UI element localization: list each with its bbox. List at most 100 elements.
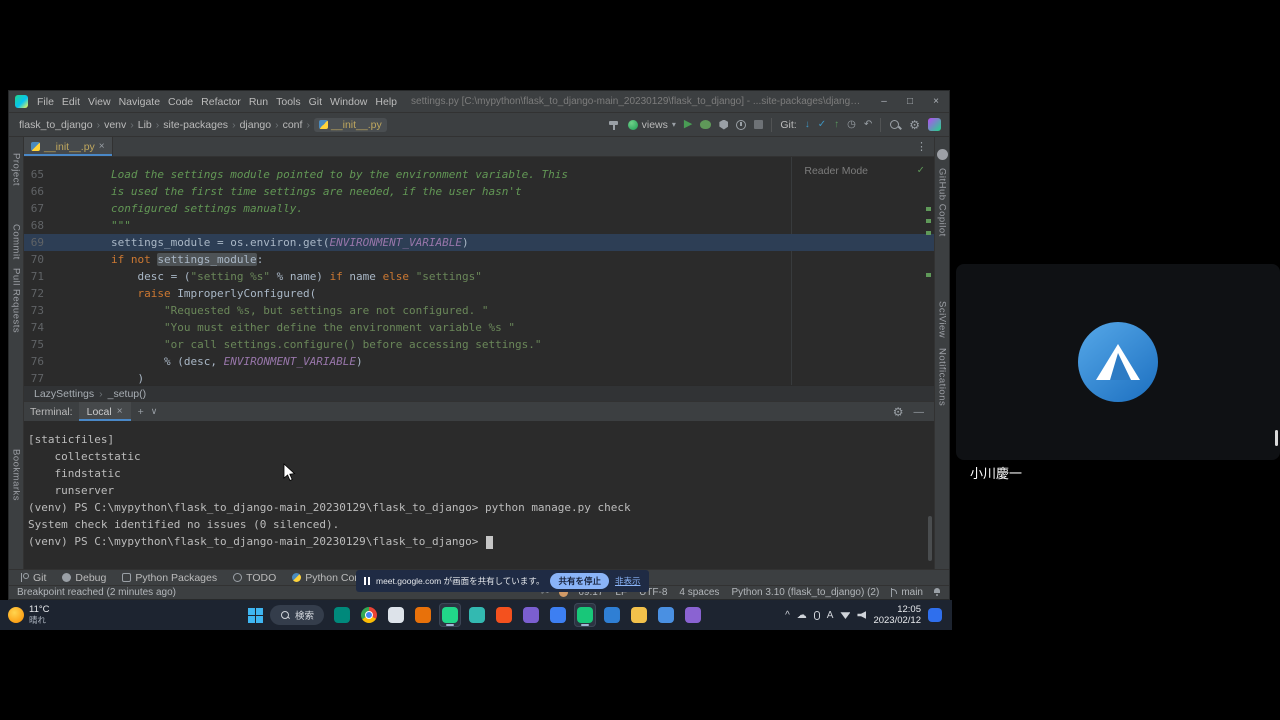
menu-file[interactable]: File xyxy=(33,91,58,113)
line-number[interactable]: 69 xyxy=(24,234,58,251)
taskbar-app-explorer[interactable] xyxy=(385,603,407,627)
maximize-button[interactable]: □ xyxy=(897,91,923,113)
git-rollback-icon[interactable]: ↶ xyxy=(864,120,872,130)
line-number[interactable]: 66 xyxy=(24,183,58,200)
menu-tools[interactable]: Tools xyxy=(272,91,305,113)
breadcrumb-django[interactable]: django xyxy=(240,119,272,131)
toolwindow-todo[interactable]: TODO xyxy=(233,572,276,584)
chevron-down-icon[interactable]: ∨ xyxy=(151,406,158,417)
minimize-icon[interactable]: — xyxy=(914,406,925,418)
taskbar-app-app-orange[interactable] xyxy=(412,603,434,627)
breadcrumb-conf[interactable]: conf xyxy=(283,119,303,131)
line-number[interactable]: 73 xyxy=(24,302,58,319)
taskbar-app-pycharm[interactable] xyxy=(439,603,461,627)
taskbar-app-store[interactable] xyxy=(655,603,677,627)
scrollbar[interactable] xyxy=(928,516,932,561)
tool-stripe-pull-requests[interactable]: Pull Requests xyxy=(11,268,22,333)
code-line-75[interactable]: 75 "or call settings.configure() before … xyxy=(24,336,934,353)
cloud-icon[interactable]: ☁ xyxy=(797,610,807,621)
line-number[interactable]: 67 xyxy=(24,200,58,217)
mic-icon[interactable] xyxy=(814,611,820,620)
git-push-icon[interactable]: ↑ xyxy=(834,120,839,130)
git-branch[interactable]: main xyxy=(891,587,923,598)
code-line-72[interactable]: 72 raise ImproperlyConfigured( xyxy=(24,285,934,302)
line-number[interactable]: 68 xyxy=(24,217,58,234)
menu-help[interactable]: Help xyxy=(371,91,401,113)
git-commit-icon[interactable]: ✓ xyxy=(818,120,826,130)
menu-run[interactable]: Run xyxy=(245,91,272,113)
menu-window[interactable]: Window xyxy=(326,91,371,113)
editor-breadcrumb-setup[interactable]: _setup() xyxy=(108,388,147,400)
line-number[interactable]: 71 xyxy=(24,268,58,285)
close-icon[interactable]: × xyxy=(99,141,105,152)
tool-stripe-notifications[interactable]: Notifications xyxy=(937,348,948,406)
code-line-65[interactable]: 65 Load the settings module pointed to b… xyxy=(24,166,934,183)
breadcrumb-venv[interactable]: venv xyxy=(104,119,126,131)
tab-init-py[interactable]: __init__.py × xyxy=(24,137,113,156)
toolwindow-python-packages[interactable]: Python Packages xyxy=(122,572,217,584)
toolwindow-debug[interactable]: Debug xyxy=(62,572,106,584)
close-icon[interactable]: × xyxy=(117,406,123,417)
taskbar-clock[interactable]: 12:05 2023/02/12 xyxy=(873,604,921,627)
breadcrumb-init-py[interactable]: __init__.py xyxy=(314,118,387,132)
ime-indicator[interactable]: A xyxy=(827,610,834,621)
code-line-66[interactable]: 66 is used the first time settings are n… xyxy=(24,183,934,200)
line-number[interactable]: 65 xyxy=(24,166,58,183)
breadcrumb-site-packages[interactable]: site-packages xyxy=(163,119,228,131)
indent-style[interactable]: 4 spaces xyxy=(679,587,719,598)
inspection-ok-icon[interactable]: ✓ xyxy=(917,163,924,176)
more-options-icon[interactable]: ⋮ xyxy=(909,137,934,156)
stop-button[interactable] xyxy=(754,120,763,129)
taskbar-app-app-blue[interactable] xyxy=(547,603,569,627)
settings-gear-icon[interactable]: ⚙ xyxy=(909,119,920,131)
hide-button[interactable]: 非表示 xyxy=(615,575,641,587)
participant-tile[interactable]: 小川慶一 xyxy=(956,264,1280,460)
menu-edit[interactable]: Edit xyxy=(58,91,84,113)
line-number[interactable]: 70 xyxy=(24,251,58,268)
coverage-button[interactable] xyxy=(719,120,728,130)
taskbar-app-edge[interactable] xyxy=(601,603,623,627)
minimize-button[interactable]: – xyxy=(871,91,897,113)
terminal-tab-local[interactable]: Local × xyxy=(79,402,131,421)
git-update-icon[interactable]: ↓ xyxy=(805,120,810,130)
code-line-69[interactable]: 69 settings_module = os.environ.get(ENVI… xyxy=(24,234,934,251)
code-line-67[interactable]: 67 configured settings manually. xyxy=(24,200,934,217)
taskbar-app-chrome[interactable] xyxy=(358,603,380,627)
menu-navigate[interactable]: Navigate xyxy=(115,91,164,113)
github-copilot-icon[interactable] xyxy=(937,149,948,160)
taskbar-app-app-red[interactable] xyxy=(493,603,515,627)
tool-stripe-commit[interactable]: Commit xyxy=(11,224,22,260)
profiler-button[interactable] xyxy=(736,120,746,130)
wifi-icon[interactable] xyxy=(840,611,850,619)
code-editor[interactable]: 65 Load the settings module pointed to b… xyxy=(24,157,934,385)
toolwindow-git[interactable]: Git xyxy=(21,572,46,584)
code-line-73[interactable]: 73 "Requested %s, but settings are not c… xyxy=(24,302,934,319)
taskbar-app-app-teal[interactable] xyxy=(466,603,488,627)
volume-icon[interactable] xyxy=(857,611,866,619)
menu-code[interactable]: Code xyxy=(164,91,197,113)
line-number[interactable]: 74 xyxy=(24,319,58,336)
close-button[interactable]: × xyxy=(923,91,949,113)
line-number[interactable]: 77 xyxy=(24,370,58,385)
code-line-68[interactable]: 68 """ xyxy=(24,217,934,234)
chevron-up-icon[interactable]: ^ xyxy=(785,610,790,621)
tool-stripe-project[interactable]: Project xyxy=(11,153,22,186)
settings-gear-icon[interactable]: ⚙ xyxy=(893,406,904,418)
taskbar-search[interactable]: 検索 xyxy=(270,605,324,625)
run-configuration-select[interactable]: views ▾ xyxy=(628,119,676,131)
taskbar-app-app-purple[interactable] xyxy=(520,603,542,627)
run-button[interactable]: ▶ xyxy=(684,119,692,130)
tool-stripe-bookmarks[interactable]: Bookmarks xyxy=(11,449,22,501)
taskbar-app-meet[interactable] xyxy=(331,603,353,627)
line-number[interactable]: 76 xyxy=(24,353,58,370)
taskbar-app-folder[interactable] xyxy=(628,603,650,627)
taskbar-app-vscode[interactable] xyxy=(682,603,704,627)
weather-widget[interactable]: 11°C 晴れ xyxy=(0,605,50,626)
build-hammer-icon[interactable] xyxy=(608,119,620,131)
line-number[interactable]: 75 xyxy=(24,336,58,353)
breadcrumb-flask-to-django[interactable]: flask_to_django xyxy=(19,119,93,131)
code-line-74[interactable]: 74 "You must either define the environme… xyxy=(24,319,934,336)
debug-button[interactable] xyxy=(700,120,711,129)
code-line-71[interactable]: 71 desc = ("setting %s" % name) if name … xyxy=(24,268,934,285)
menu-git[interactable]: Git xyxy=(305,91,326,113)
